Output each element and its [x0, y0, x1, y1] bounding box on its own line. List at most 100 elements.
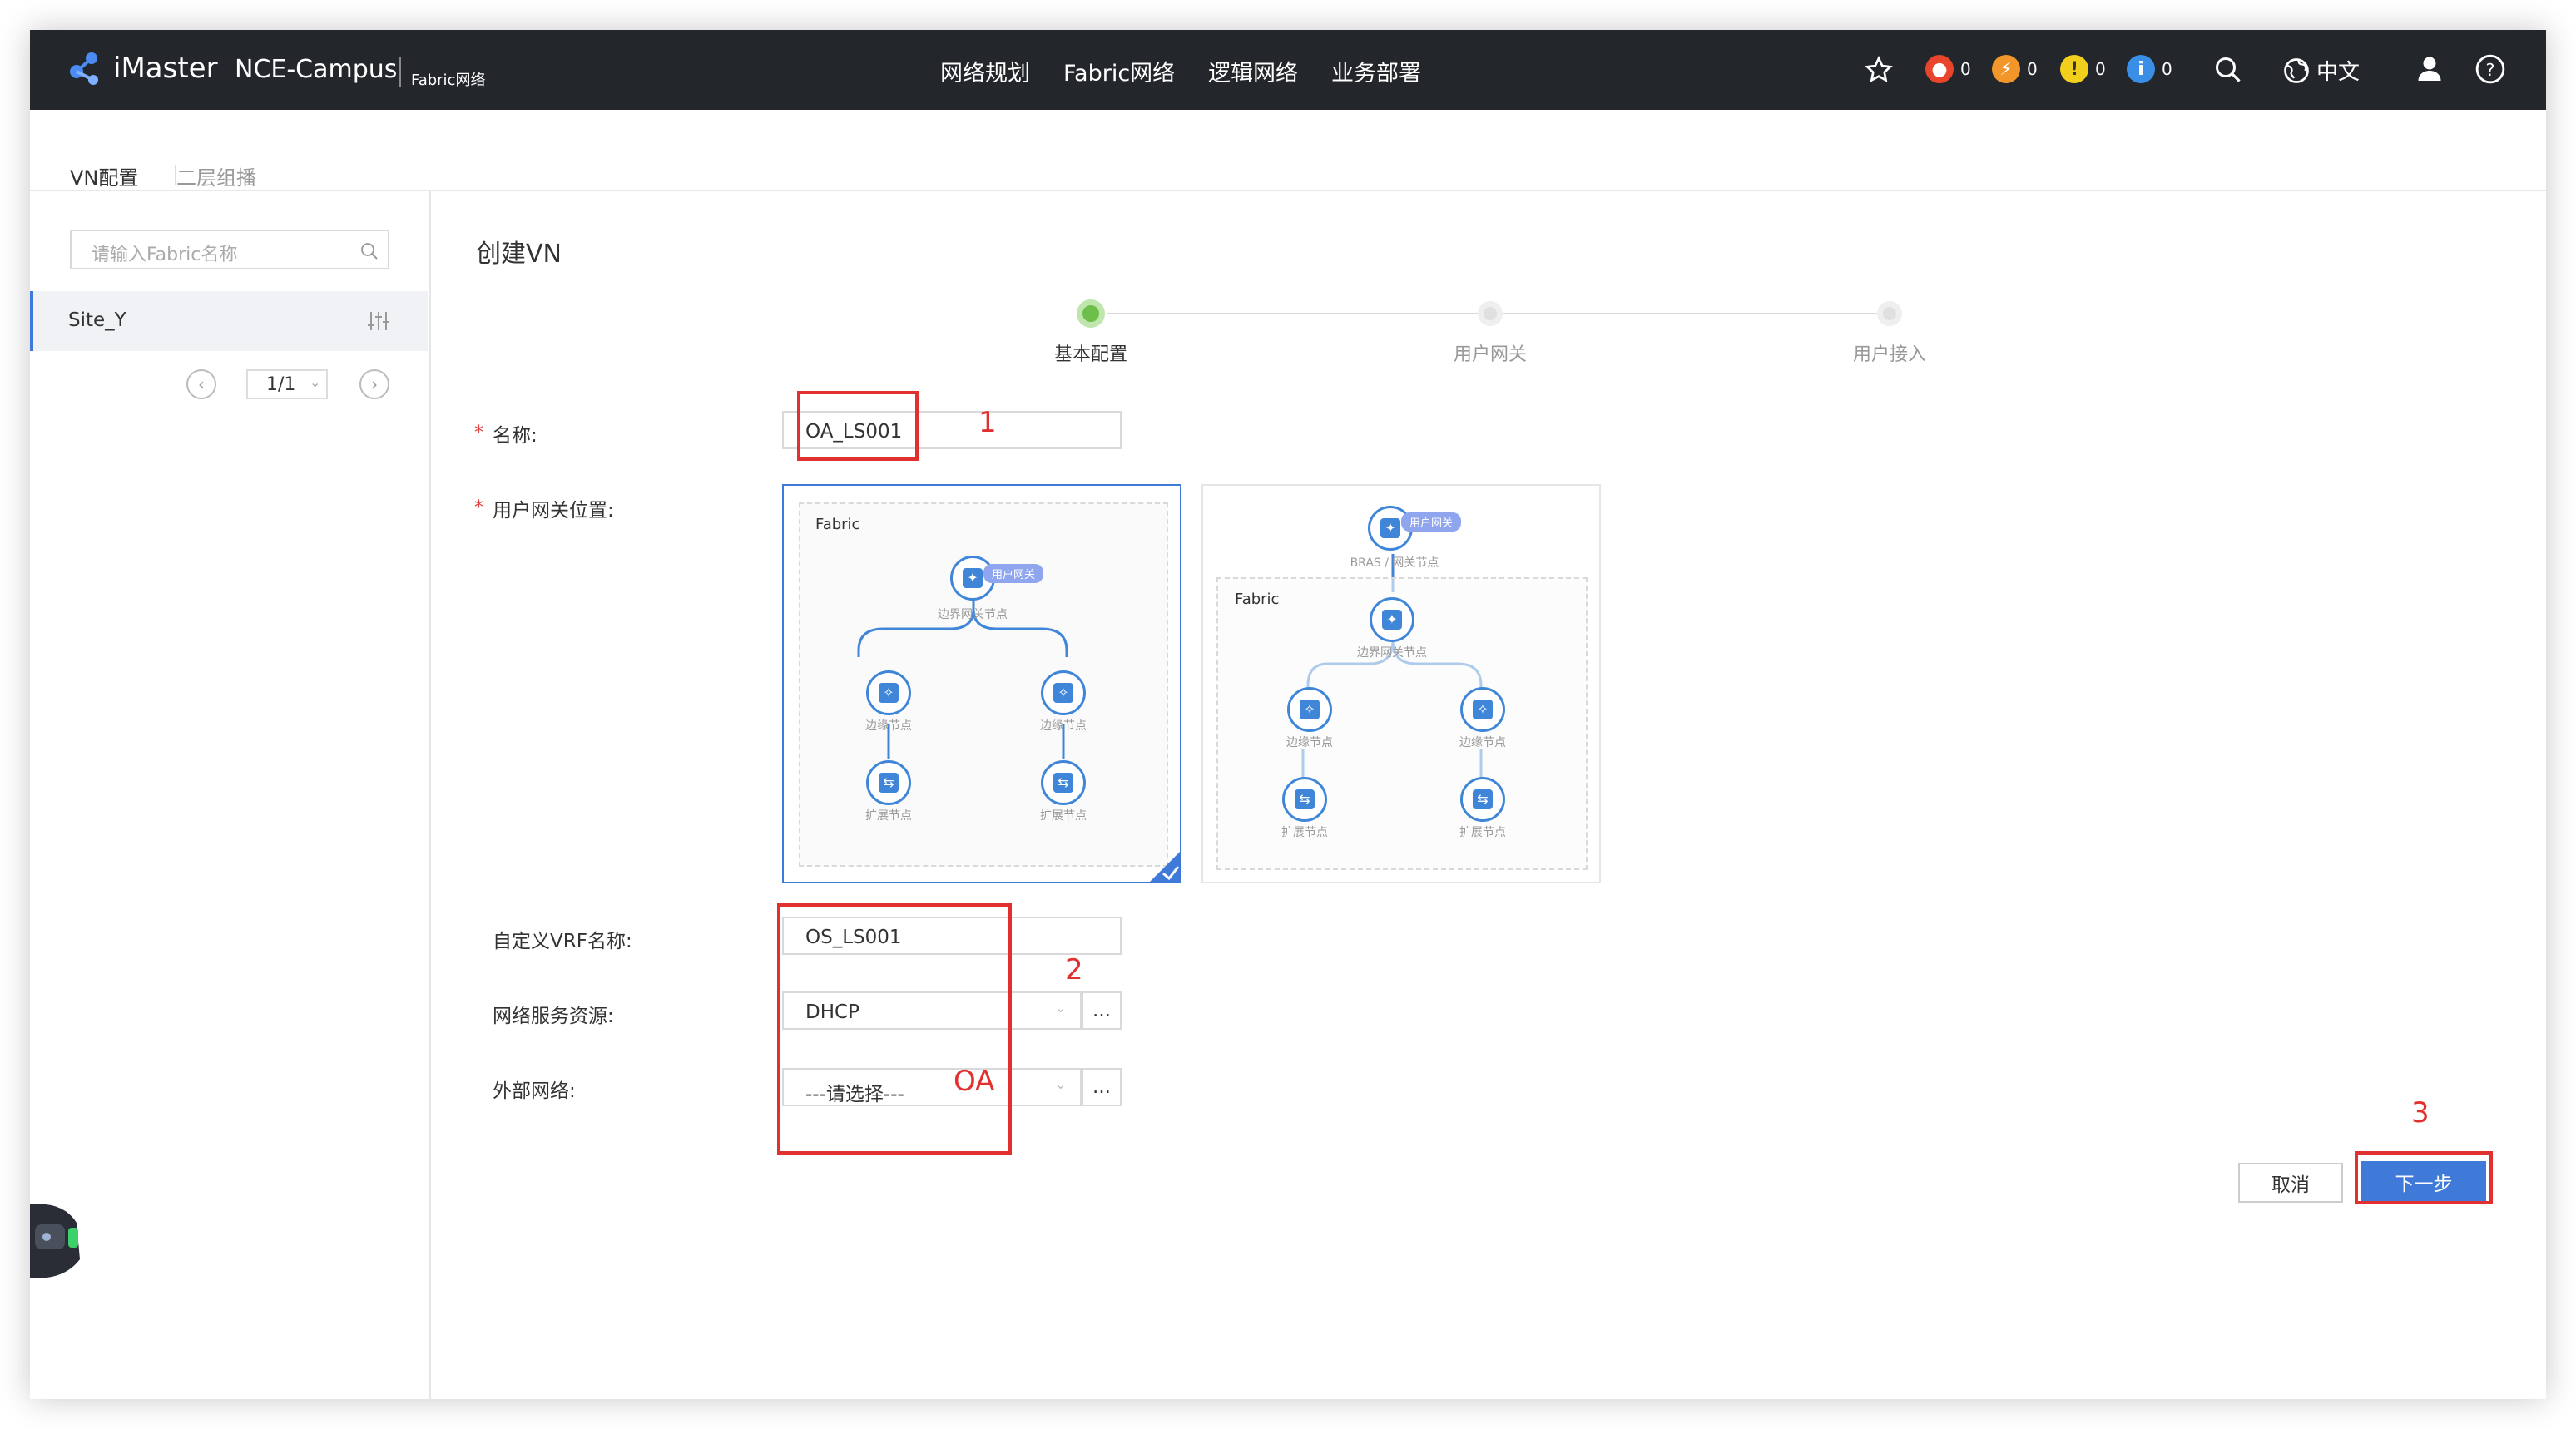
annotation-box-3 [2355, 1151, 2493, 1204]
cancel-button[interactable]: 取消 [2238, 1163, 2343, 1203]
fabric-list-item[interactable]: Site_Y [30, 291, 428, 351]
page-select[interactable]: 1/1 ⌄ [246, 369, 328, 399]
edge-node-label: 边缘节点 [1040, 719, 1087, 733]
annotation-box-2 [777, 903, 1012, 1155]
user-gateway-tag: 用户网关 [983, 564, 1044, 583]
extended-node-icon: ⇆ [1041, 760, 1086, 805]
major-alarm-count: 0 [2027, 59, 2038, 79]
chevron-down-icon: ⌄ [1055, 1076, 1067, 1092]
annotation-3: 3 [2411, 1096, 2430, 1130]
external-network-more-button[interactable]: ... [1082, 1068, 1122, 1106]
page-indicator: 1/1 [266, 374, 296, 395]
chevron-down-icon: ⌄ [310, 374, 321, 390]
vrf-name-label: 自定义VRF名称: [493, 931, 632, 952]
annotation-box-1 [797, 391, 919, 461]
extended-node-label: 扩展节点 [1040, 809, 1087, 823]
step-user-access: 用户接入 [1852, 344, 1926, 365]
fabric-label: Fabric [1235, 591, 1280, 608]
brand-name: iMaster [113, 52, 218, 85]
external-network-label: 外部网络: [493, 1080, 576, 1102]
border-gateway-label: 边界网关节点 [938, 608, 1008, 621]
edge-node-icon: ✧ [1460, 687, 1505, 732]
edge-node-icon: ✧ [1041, 670, 1086, 715]
favorite-star-icon[interactable] [1864, 55, 1894, 88]
gateway-option-bras[interactable]: ✦ 用户网关 BRAS / 网关节点 Fabric ✦ 边界网关节点 ✧ 边缘节… [1201, 484, 1601, 883]
svg-text:?: ? [2486, 60, 2495, 80]
assistant-robot-icon[interactable] [30, 1199, 83, 1283]
edge-node-icon: ✧ [866, 670, 911, 715]
chevron-down-icon: ⌄ [1055, 1000, 1067, 1016]
tab-l2-multicast[interactable]: 二层组播 [176, 161, 256, 190]
extended-node-icon: ⇆ [1460, 777, 1505, 822]
required-marker: * [474, 497, 483, 518]
tab-vn-config[interactable]: VN配置 [70, 161, 138, 190]
service-resource-more-button[interactable]: ... [1082, 991, 1122, 1030]
info-alarm-icon: i [2127, 55, 2155, 83]
product-subtitle: Fabric网络 [411, 72, 486, 89]
minor-alarm-icon: ! [2060, 55, 2088, 83]
more-label: ... [1092, 1076, 1111, 1098]
step-3-pending-icon [1877, 301, 1902, 326]
sort-icon[interactable] [366, 309, 391, 336]
name-label: 名称: [493, 425, 537, 447]
nav-logical-network[interactable]: 逻辑网络 [1208, 55, 1298, 87]
required-marker: * [474, 423, 483, 443]
step-2-pending-icon [1478, 301, 1503, 326]
extended-node-icon: ⇆ [1282, 777, 1327, 822]
search-icon[interactable] [359, 241, 379, 265]
critical-alarm[interactable]: ● 0 [1925, 55, 1971, 83]
user-gateway-tag: 用户网关 [1401, 512, 1462, 532]
critical-alarm-count: 0 [1960, 59, 1971, 79]
edge-node-label: 边缘节点 [1286, 736, 1333, 749]
product-logo-icon [67, 50, 107, 90]
step-1-active-icon [1077, 299, 1105, 328]
fabric-search-input[interactable]: 请输入Fabric名称 [70, 230, 389, 269]
fabric-zone: Fabric ✦ 用户网关 边界网关节点 ✧ 边缘节点 ✧ 边缘节点 ⇆ 扩展节… [799, 502, 1168, 867]
annotation-1: 1 [978, 406, 997, 439]
info-alarm-count: 0 [2162, 59, 2172, 79]
tab-bar: VN配置 二层组播 [30, 110, 2546, 196]
more-label: ... [1092, 1000, 1111, 1021]
product-name: NCE-Campus [235, 55, 398, 84]
border-gateway-label: 边界网关节点 [1357, 646, 1427, 660]
step-basic-config: 基本配置 [1053, 344, 1127, 365]
edge-node-label: 边缘节点 [865, 719, 912, 733]
language-switch[interactable]: 中文 [2281, 55, 2360, 86]
major-alarm-icon: ⚡ [1992, 55, 2020, 83]
stepper-line [1107, 313, 1900, 314]
extended-node-label: 扩展节点 [865, 809, 912, 823]
info-alarm[interactable]: i 0 [2127, 55, 2172, 83]
edge-node-label: 边缘节点 [1459, 736, 1506, 749]
prev-page-icon[interactable]: ‹ [186, 369, 216, 399]
extended-node-label: 扩展节点 [1281, 826, 1328, 839]
step-user-gateway: 用户网关 [1453, 344, 1527, 365]
minor-alarm[interactable]: ! 0 [2060, 55, 2106, 83]
selected-indicator [30, 291, 33, 351]
major-alarm[interactable]: ⚡ 0 [1992, 55, 2038, 83]
bras-gateway-label: BRAS / 网关节点 [1350, 556, 1439, 570]
globe-icon [2284, 57, 2309, 83]
nav-network-planning[interactable]: 网络规划 [940, 55, 1030, 87]
language-label: 中文 [2316, 60, 2361, 85]
fabric-item-label: Site_Y [68, 309, 126, 331]
critical-alarm-icon: ● [1925, 55, 1954, 83]
fabric-zone: Fabric ✦ 边界网关节点 ✧ 边缘节点 ✧ 边缘节点 ⇆ 扩展节点 ⇆ 扩… [1216, 577, 1588, 870]
nav-service-deployment[interactable]: 业务部署 [1331, 55, 1421, 87]
user-icon[interactable] [2415, 53, 2445, 87]
next-page-icon[interactable]: › [359, 369, 389, 399]
service-resource-label: 网络服务资源: [493, 1006, 614, 1027]
brand-divider [399, 57, 401, 87]
selected-check-icon [1148, 850, 1181, 883]
page-title: 创建VN [476, 240, 562, 269]
annotation-2: 2 [1065, 953, 1083, 986]
nav-fabric-network[interactable]: Fabric网络 [1063, 55, 1175, 87]
extended-node-label: 扩展节点 [1459, 826, 1506, 839]
fabric-list-panel: 请输入Fabric名称 Site_Y ‹ 1/1 ⌄ › [30, 191, 431, 1399]
border-gateway-node-icon: ✦ [1370, 597, 1414, 642]
search-icon[interactable] [2213, 55, 2243, 88]
extended-node-icon: ⇆ [866, 760, 911, 805]
gateway-option-fabric[interactable]: Fabric ✦ 用户网关 边界网关节点 ✧ 边缘节点 ✧ 边缘节点 ⇆ 扩展节… [782, 484, 1181, 883]
fabric-search-placeholder: 请输入Fabric名称 [92, 245, 238, 265]
help-icon[interactable]: ? [2474, 53, 2506, 88]
minor-alarm-count: 0 [2095, 59, 2106, 79]
